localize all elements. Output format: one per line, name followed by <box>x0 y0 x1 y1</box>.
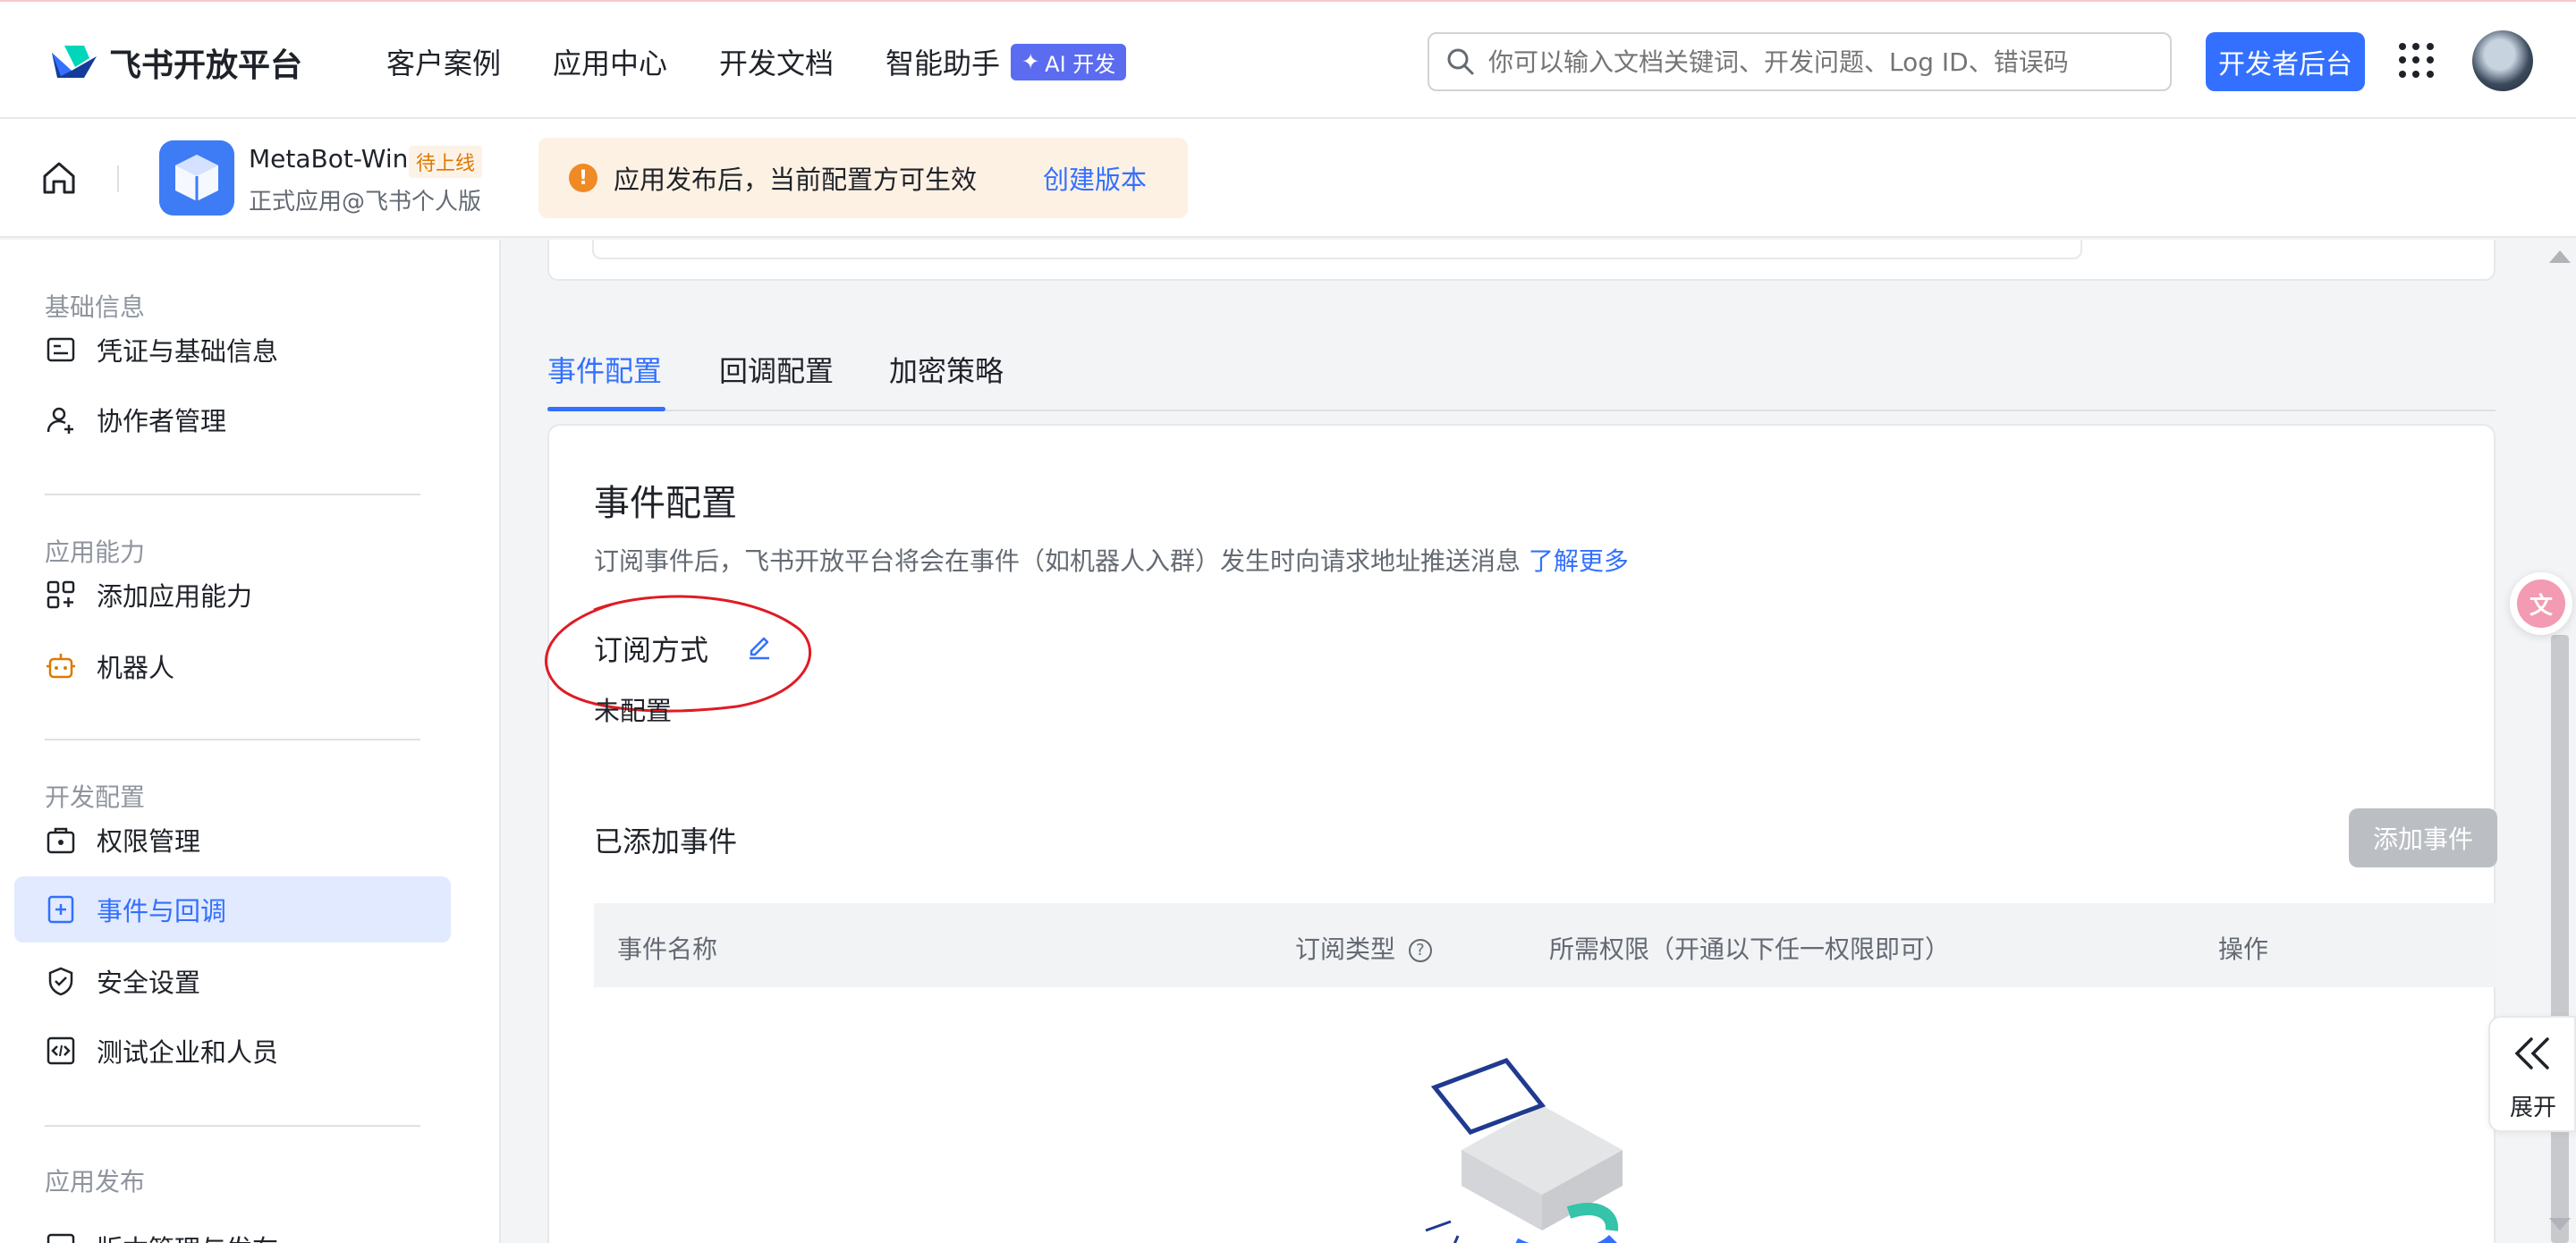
app-header: MetaBot-Win 待上线 正式应用@飞书个人版 ! 应用发布后，当前配置方… <box>0 119 2576 238</box>
sidebar-divider <box>45 739 420 740</box>
user-add-icon <box>47 407 73 434</box>
nav-dev-docs[interactable]: 开发文档 <box>719 41 834 82</box>
sparkle-icon: ✦ <box>1021 49 1040 74</box>
search-input[interactable] <box>1488 47 2150 77</box>
version-icon <box>47 1233 75 1243</box>
sidebar-item-credentials[interactable]: 凭证与基础信息 <box>14 317 451 383</box>
subscription-method-label: 订阅方式 <box>594 633 709 667</box>
expand-panel-button[interactable]: 展开 <box>2488 1016 2576 1132</box>
sidebar-item-permissions[interactable]: 权限管理 <box>14 807 451 873</box>
sidebar-item-label: 机器人 <box>97 653 175 683</box>
app-cube-icon <box>159 140 234 216</box>
sidebar-item-robot[interactable]: 机器人 <box>14 633 451 699</box>
section-description: 订阅事件后，飞书开放平台将会在事件（如机器人入群）发生时向请求地址推送消息 了解… <box>594 542 1629 578</box>
tab-event-config[interactable]: 事件配置 <box>547 349 662 390</box>
nav-smart-assistant[interactable]: 智能助手 <box>886 41 1000 82</box>
main-content: 事件配置 回调配置 加密策略 事件配置 订阅事件后，飞书开放平台将会在事件（如机… <box>503 240 2558 1243</box>
empty-box-icon <box>1425 1058 1623 1243</box>
notice-text: 应用发布后，当前配置方可生效 <box>614 165 978 195</box>
double-chevron-left-icon <box>2514 1037 2549 1070</box>
ai-dev-badge[interactable]: ✦ AI 开发 <box>1011 43 1127 80</box>
developer-console-button[interactable]: 开发者后台 <box>2206 32 2365 91</box>
search-box[interactable] <box>1428 32 2172 91</box>
sidebar-item-events-callbacks[interactable]: 事件与回调 <box>14 876 451 943</box>
sidebar-divider <box>45 494 420 495</box>
main-nav: 客户案例 应用中心 开发文档 智能助手 ✦ AI 开发 <box>386 41 1127 82</box>
test-icon <box>47 1036 75 1065</box>
config-tabs: 事件配置 回调配置 加密策略 <box>547 338 2496 411</box>
sidebar-divider <box>45 1125 420 1127</box>
column-actions: 操作 <box>2218 934 2269 964</box>
sidebar: 基础信息 凭证与基础信息 协作者管理 应用能力 添加应用能力 机器人 开发配置 … <box>0 240 501 1243</box>
credential-icon <box>47 337 75 362</box>
sidebar-item-add-capability[interactable]: 添加应用能力 <box>14 562 451 628</box>
description-text: 订阅事件后，飞书开放平台将会在事件（如机器人入群）发生时向请求地址推送消息 <box>594 546 1521 576</box>
create-version-link[interactable]: 创建版本 <box>1043 159 1147 197</box>
sidebar-item-test-users[interactable]: 测试企业和人员 <box>14 1018 451 1084</box>
section-title: 事件配置 <box>594 483 737 524</box>
help-icon[interactable]: ? <box>1408 939 1432 962</box>
search-icon <box>1447 48 1474 75</box>
scroll-down-arrow[interactable] <box>2549 1218 2571 1230</box>
ai-dev-badge-label: AI 开发 <box>1045 51 1116 77</box>
sidebar-item-security[interactable]: 安全设置 <box>14 948 451 1014</box>
sidebar-item-label: 版本管理与发布 <box>97 1229 278 1243</box>
sidebar-item-label: 安全设置 <box>97 968 201 998</box>
tab-encryption-policy[interactable]: 加密策略 <box>889 349 1004 390</box>
warning-icon: ! <box>569 164 597 192</box>
home-icon[interactable] <box>39 158 79 198</box>
previous-card-inner <box>592 240 2082 259</box>
sidebar-item-label: 添加应用能力 <box>97 581 253 612</box>
scrollbar-thumb[interactable] <box>2551 635 2569 1243</box>
event-icon <box>47 895 74 924</box>
add-event-button[interactable]: 添加事件 <box>2349 808 2497 867</box>
sidebar-item-collaborators[interactable]: 协作者管理 <box>14 386 451 452</box>
robot-icon <box>47 654 75 679</box>
tab-label: 事件配置 <box>547 354 663 388</box>
translate-button[interactable]: 文 <box>2510 572 2572 635</box>
column-subscription-type: 订阅类型 ? <box>1295 930 1432 966</box>
column-event-name: 事件名称 <box>617 934 718 964</box>
tab-callback-config[interactable]: 回调配置 <box>719 349 834 390</box>
app-grid-icon[interactable] <box>2399 43 2435 79</box>
permission-icon <box>47 827 75 854</box>
sidebar-item-label: 权限管理 <box>97 826 201 857</box>
subscription-method-value: 未配置 <box>594 696 673 726</box>
learn-more-link[interactable]: 了解更多 <box>1529 546 1629 576</box>
nav-customer-cases[interactable]: 客户案例 <box>386 41 501 82</box>
sidebar-group-app-release: 应用发布 <box>45 1167 146 1196</box>
sidebar-item-label: 凭证与基础信息 <box>97 336 279 367</box>
expand-label: 展开 <box>2510 1095 2557 1121</box>
app-subtitle: 正式应用@飞书个人版 <box>249 189 482 216</box>
nav-app-center[interactable]: 应用中心 <box>553 41 667 82</box>
publish-notice: ! 应用发布后，当前配置方可生效 创建版本 <box>538 138 1188 218</box>
edit-icon[interactable] <box>744 630 775 660</box>
sidebar-item-label: 测试企业和人员 <box>97 1037 279 1068</box>
top-navbar: 飞书开放平台 客户案例 应用中心 开发文档 智能助手 ✦ AI 开发 开发者后台 <box>0 0 2576 119</box>
sidebar-item-label: 协作者管理 <box>97 406 227 436</box>
brand-name: 飞书开放平台 <box>109 47 303 84</box>
user-avatar[interactable] <box>2472 30 2533 91</box>
feishu-logo-icon <box>52 46 97 78</box>
sidebar-item-versions[interactable]: 版本管理与发布 <box>14 1214 451 1243</box>
sidebar-item-label: 事件与回调 <box>97 896 227 926</box>
brand-logo[interactable]: 飞书开放平台 <box>48 39 302 86</box>
translate-icon: 文 <box>2517 579 2565 628</box>
shield-icon <box>48 967 73 996</box>
active-tab-indicator <box>547 407 665 411</box>
divider <box>117 165 119 192</box>
scroll-up-arrow[interactable] <box>2549 250 2571 263</box>
app-name: MetaBot-Win <box>249 144 409 173</box>
events-table-header: 事件名称 订阅类型 ? 所需权限（开通以下任一权限即可） 操作 <box>594 903 2497 987</box>
column-subscription-type-label: 订阅类型 <box>1295 934 1396 964</box>
column-required-permissions: 所需权限（开通以下任一权限即可） <box>1549 934 1951 964</box>
apps-add-icon <box>47 580 75 609</box>
status-badge: 待上线 <box>409 146 483 178</box>
event-config-card: 事件配置 订阅事件后，飞书开放平台将会在事件（如机器人入群）发生时向请求地址推送… <box>545 424 2497 1243</box>
added-events-title: 已添加事件 <box>594 824 738 858</box>
